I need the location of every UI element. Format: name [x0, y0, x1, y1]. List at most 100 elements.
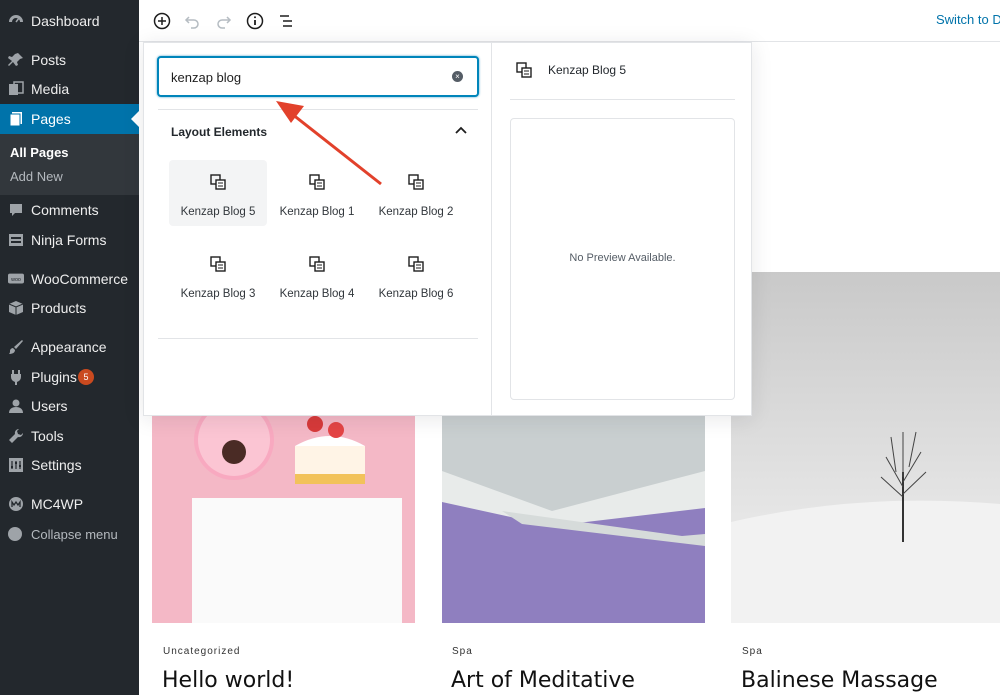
menu-tools[interactable]: Tools — [0, 421, 139, 451]
kenzap-block-icon — [516, 62, 532, 78]
undo-button[interactable] — [181, 10, 203, 32]
block-label: Kenzap Blog 2 — [378, 206, 454, 218]
no-preview-message: No Preview Available. — [569, 252, 676, 264]
block-label: Kenzap Blog 6 — [378, 288, 454, 300]
menu-products[interactable]: Products — [0, 293, 139, 323]
post-category[interactable]: Uncategorized — [163, 646, 240, 657]
menu-label: Ninja Forms — [31, 232, 107, 248]
block-kenzap-blog-4[interactable]: Kenzap Blog 4 — [268, 242, 366, 308]
mc4wp-icon — [8, 496, 24, 512]
box-icon — [8, 300, 24, 316]
post-category[interactable]: Spa — [452, 646, 473, 657]
switch-to-draft-link[interactable]: Switch to Dr — [936, 12, 1000, 27]
menu-label: Users — [31, 398, 68, 414]
menu-label: Plugins — [31, 369, 77, 385]
menu-pages[interactable]: Pages — [0, 104, 139, 134]
search-field-wrapper[interactable]: × — [157, 56, 479, 97]
block-label: Kenzap Blog 3 — [180, 288, 256, 300]
kenzap-block-icon — [408, 256, 424, 272]
layout-elements-panel-toggle[interactable]: Layout Elements — [158, 109, 478, 153]
menu-media[interactable]: Media — [0, 74, 139, 104]
chevron-up-icon — [455, 126, 467, 134]
block-kenzap-blog-5[interactable]: Kenzap Blog 5 — [169, 160, 267, 226]
user-icon — [8, 398, 24, 414]
menu-users[interactable]: Users — [0, 391, 139, 421]
redo-button[interactable] — [213, 10, 235, 32]
update-count-badge: 5 — [78, 369, 94, 385]
comment-icon — [8, 202, 24, 218]
menu-label: Settings — [31, 457, 82, 473]
preview-header: Kenzap Blog 5 — [510, 58, 735, 100]
pages-submenu: All Pages Add New — [0, 134, 139, 195]
kenzap-block-icon — [210, 174, 226, 190]
menu-label: MC4WP — [31, 496, 84, 512]
preview-box: No Preview Available. — [510, 118, 735, 400]
menu-label: Tools — [31, 428, 64, 444]
menu-comments[interactable]: Comments — [0, 195, 139, 225]
forms-icon — [8, 232, 24, 248]
settings-icon — [8, 457, 24, 473]
post-title[interactable]: Art of Meditative — [451, 668, 635, 693]
menu-label: Products — [31, 300, 87, 316]
kenzap-block-icon — [309, 256, 325, 272]
post-image-book[interactable] — [442, 416, 705, 623]
block-label: Kenzap Blog 4 — [279, 288, 355, 300]
block-kenzap-blog-2[interactable]: Kenzap Blog 2 — [367, 160, 465, 226]
post-title[interactable]: Hello world! — [162, 668, 294, 693]
post-image-tree[interactable] — [731, 272, 1000, 623]
editor-toolbar: Switch to Dr — [139, 0, 1000, 42]
pages-icon — [8, 111, 24, 127]
menu-label: Appearance — [31, 339, 107, 355]
info-icon — [246, 12, 264, 30]
menu-ninja-forms[interactable]: Ninja Forms — [0, 225, 139, 255]
info-button[interactable] — [244, 10, 266, 32]
list-icon — [280, 15, 292, 27]
block-kenzap-blog-3[interactable]: Kenzap Blog 3 — [169, 242, 267, 308]
submenu-add-new[interactable]: Add New — [10, 169, 63, 184]
clear-search-icon[interactable]: × — [452, 71, 463, 82]
undo-icon — [184, 16, 199, 29]
panel-title: Layout Elements — [171, 125, 268, 139]
menu-label: Posts — [31, 52, 67, 68]
kenzap-block-icon — [408, 174, 424, 190]
plus-circle-icon — [153, 12, 171, 30]
brush-icon — [8, 339, 24, 355]
menu-label: WooCommerce — [31, 271, 128, 287]
submenu-all-pages[interactable]: All Pages — [10, 145, 69, 160]
menu-label: Comments — [31, 202, 99, 218]
collapse-menu-button[interactable]: Collapse menu — [0, 522, 139, 546]
plugin-icon — [8, 369, 24, 385]
redo-icon — [217, 16, 232, 29]
menu-posts[interactable]: Posts — [0, 45, 139, 75]
preview-block-title: Kenzap Blog 5 — [548, 63, 627, 77]
pin-icon — [8, 52, 24, 68]
svg-text:woo: woo — [11, 277, 21, 283]
block-label: Kenzap Blog 5 — [180, 206, 256, 218]
media-icon — [8, 81, 24, 97]
divider — [158, 338, 478, 339]
block-navigation-button[interactable] — [275, 10, 297, 32]
add-block-button[interactable] — [151, 10, 173, 32]
block-kenzap-blog-1[interactable]: Kenzap Blog 1 — [268, 160, 366, 226]
post-category[interactable]: Spa — [742, 646, 763, 657]
current-menu-arrow — [131, 111, 139, 127]
block-kenzap-blog-6[interactable]: Kenzap Blog 6 — [367, 242, 465, 308]
collapse-label: Collapse menu — [31, 527, 118, 542]
collapse-icon — [8, 527, 22, 541]
menu-label: Pages — [31, 111, 71, 127]
woocommerce-icon: woo — [8, 271, 24, 287]
menu-appearance[interactable]: Appearance — [0, 332, 139, 362]
menu-settings[interactable]: Settings — [0, 450, 139, 480]
inserter-main-panel: × Layout Elements Kenzap Blog 5 Kenzap B… — [144, 43, 492, 415]
menu-woocommerce[interactable]: woo WooCommerce — [0, 264, 139, 294]
post-title[interactable]: Balinese Massage — [741, 668, 938, 693]
block-search-input[interactable] — [171, 68, 431, 86]
wrench-icon — [8, 428, 24, 444]
menu-dashboard[interactable]: Dashboard — [0, 6, 139, 36]
menu-plugins[interactable]: Plugins 5 — [0, 362, 139, 392]
post-image-donut[interactable] — [152, 416, 415, 623]
menu-mc4wp[interactable]: MC4WP — [0, 489, 139, 519]
menu-label: Media — [31, 81, 70, 97]
menu-label: Dashboard — [31, 13, 100, 29]
dashboard-icon — [8, 13, 24, 29]
